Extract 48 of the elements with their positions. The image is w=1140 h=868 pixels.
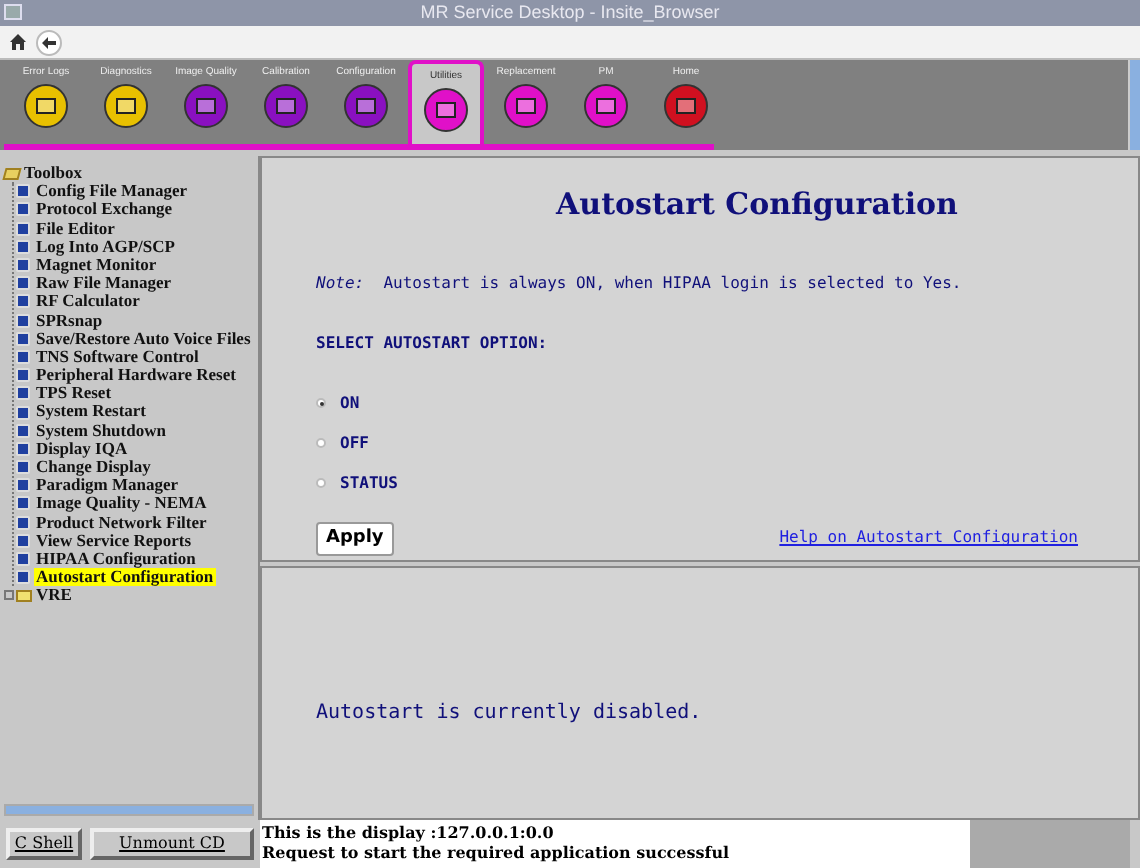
option-heading: SELECT AUTOSTART OPTION: xyxy=(316,331,550,355)
expand-icon[interactable] xyxy=(4,590,14,601)
tree-item[interactable]: HIPAA Configuration xyxy=(34,549,198,569)
tree-item[interactable]: Display IQA xyxy=(34,439,130,459)
tree-item[interactable]: Toolbox xyxy=(24,164,82,183)
home-icon[interactable] xyxy=(10,34,26,50)
scrollbar[interactable] xyxy=(1128,60,1140,150)
tree-item[interactable]: Image Quality - NEMA xyxy=(34,494,209,514)
tree-item[interactable]: Protocol Exchange xyxy=(34,200,175,220)
tree-item[interactable]: File Editor xyxy=(34,219,117,238)
tree-item[interactable]: Raw File Manager xyxy=(34,274,174,293)
tree-item[interactable]: TNS Software Control xyxy=(34,347,201,367)
message-line: Request to start the required application successful xyxy=(262,842,732,862)
message-line: This is the display :127.0.0.1:0.0 xyxy=(262,822,556,842)
tree-item[interactable]: Autostart Configuration xyxy=(34,568,216,587)
tree-item[interactable]: Config File Manager xyxy=(34,182,190,201)
bottom-button[interactable]: Unmount CD xyxy=(90,828,254,860)
tree-item[interactable]: VRE xyxy=(36,586,72,606)
radio-button[interactable] xyxy=(316,398,326,408)
tree-item[interactable]: RF Calculator xyxy=(34,292,142,312)
tree-item[interactable]: Magnet Monitor xyxy=(34,255,159,275)
help-link[interactable]: Help on Autostart Configuration xyxy=(779,526,1078,551)
tree-item[interactable]: SPRsnap xyxy=(34,311,105,330)
window-title: MR Service Desktop - Insite_Browser xyxy=(420,4,720,22)
radio-button[interactable] xyxy=(316,478,326,488)
tree-item[interactable]: Log Into AGP/SCP xyxy=(34,237,177,256)
page-heading: Autostart Configuration xyxy=(556,184,958,226)
option-label: ON xyxy=(340,391,360,415)
tree-item[interactable]: Paradigm Manager xyxy=(34,476,181,495)
tree-item[interactable]: Change Display xyxy=(34,458,153,477)
option-label: STATUS xyxy=(340,471,398,495)
tree-item[interactable]: Product Network Filter xyxy=(34,513,209,532)
tree-item[interactable]: System Shutdown xyxy=(34,421,168,440)
back-icon[interactable] xyxy=(36,29,62,55)
bottom-button[interactable]: C Shell xyxy=(6,828,82,860)
radio-button[interactable] xyxy=(316,438,326,448)
tree-item[interactable]: TPS Reset xyxy=(34,384,114,403)
option-label: OFF xyxy=(340,431,369,455)
note-text: Note: Autostart is always ON, when HIPAA login is selected to Yes. xyxy=(316,271,964,295)
window-menu-icon[interactable] xyxy=(4,4,22,20)
apply-button[interactable]: Apply xyxy=(316,521,394,556)
horizontal-scrollbar[interactable] xyxy=(4,804,254,816)
tree-item[interactable]: Peripheral Hardware Reset xyxy=(34,366,238,385)
tree-item[interactable]: System Restart xyxy=(34,402,148,422)
folder-icon xyxy=(16,589,32,602)
tree-item[interactable]: Save/Restore Auto Voice Files xyxy=(34,329,253,348)
status-message: Autostart is currently disabled. xyxy=(316,700,702,728)
tree-item[interactable]: View Service Reports xyxy=(34,531,194,550)
